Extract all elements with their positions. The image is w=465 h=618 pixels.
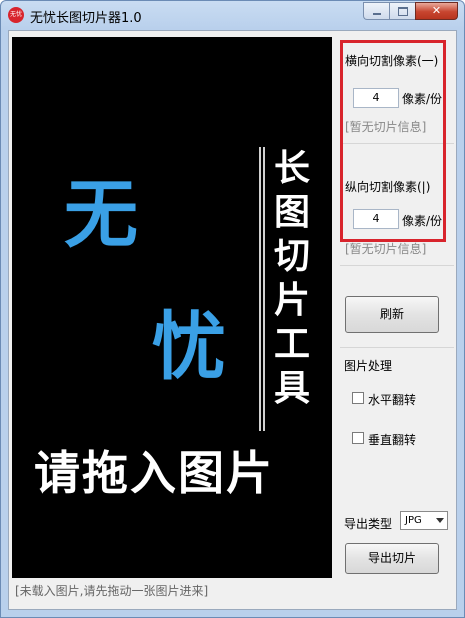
horizontal-unit-label: 像素/份 bbox=[402, 92, 443, 106]
title-bar[interactable]: 无忧 无忧长图切片器1.0 ✕ bbox=[1, 1, 464, 29]
flip-horizontal-label[interactable]: 水平翻转 bbox=[368, 391, 416, 408]
maximize-icon bbox=[390, 3, 415, 19]
dropdown-arrow-icon bbox=[436, 518, 444, 523]
horizontal-cut-input[interactable]: 4 bbox=[353, 88, 399, 108]
minimize-button[interactable] bbox=[363, 2, 389, 20]
drop-prompt: 请拖入图片 bbox=[34, 446, 274, 500]
separator bbox=[340, 143, 454, 144]
logo-char-you: 忧 bbox=[152, 304, 226, 390]
image-drop-area[interactable]: 无 忧 长图切片工具 请拖入图片 bbox=[12, 37, 332, 578]
separator bbox=[340, 265, 454, 266]
flip-vertical-checkbox[interactable] bbox=[352, 432, 364, 444]
app-icon: 无忧 bbox=[8, 7, 24, 23]
image-processing-heading: 图片处理 bbox=[344, 359, 393, 373]
maximize-button[interactable] bbox=[389, 2, 415, 20]
flip-vertical-label[interactable]: 垂直翻转 bbox=[368, 431, 416, 448]
horizontal-info: [暂无切片信息] bbox=[345, 120, 427, 134]
flip-horizontal-checkbox[interactable] bbox=[352, 392, 364, 404]
status-text: [未载入图片,请先拖动一张图片进来] bbox=[15, 584, 209, 598]
refresh-button[interactable]: 刷新 bbox=[345, 296, 439, 333]
vertical-info: [暂无切片信息] bbox=[345, 242, 427, 256]
export-type-select[interactable]: JPG bbox=[400, 511, 448, 530]
vertical-cut-label: 纵向切割像素(|) bbox=[345, 180, 431, 194]
vertical-unit-label: 像素/份 bbox=[402, 214, 443, 228]
vertical-divider bbox=[259, 147, 265, 431]
vertical-title: 长图切片工具 bbox=[273, 148, 310, 409]
vertical-cut-input[interactable]: 4 bbox=[353, 209, 399, 229]
minimize-icon bbox=[364, 3, 389, 19]
close-button[interactable]: ✕ bbox=[415, 2, 458, 20]
close-icon: ✕ bbox=[431, 4, 442, 17]
export-slices-button[interactable]: 导出切片 bbox=[345, 543, 439, 574]
window-title: 无忧长图切片器1.0 bbox=[30, 11, 142, 26]
separator bbox=[340, 347, 454, 348]
caption-buttons: ✕ bbox=[363, 2, 458, 20]
export-type-value: JPG bbox=[405, 515, 422, 526]
horizontal-cut-label: 横向切割像素(一) bbox=[345, 54, 439, 68]
logo-char-wu: 无 bbox=[64, 172, 138, 258]
export-type-label: 导出类型 bbox=[344, 517, 393, 531]
